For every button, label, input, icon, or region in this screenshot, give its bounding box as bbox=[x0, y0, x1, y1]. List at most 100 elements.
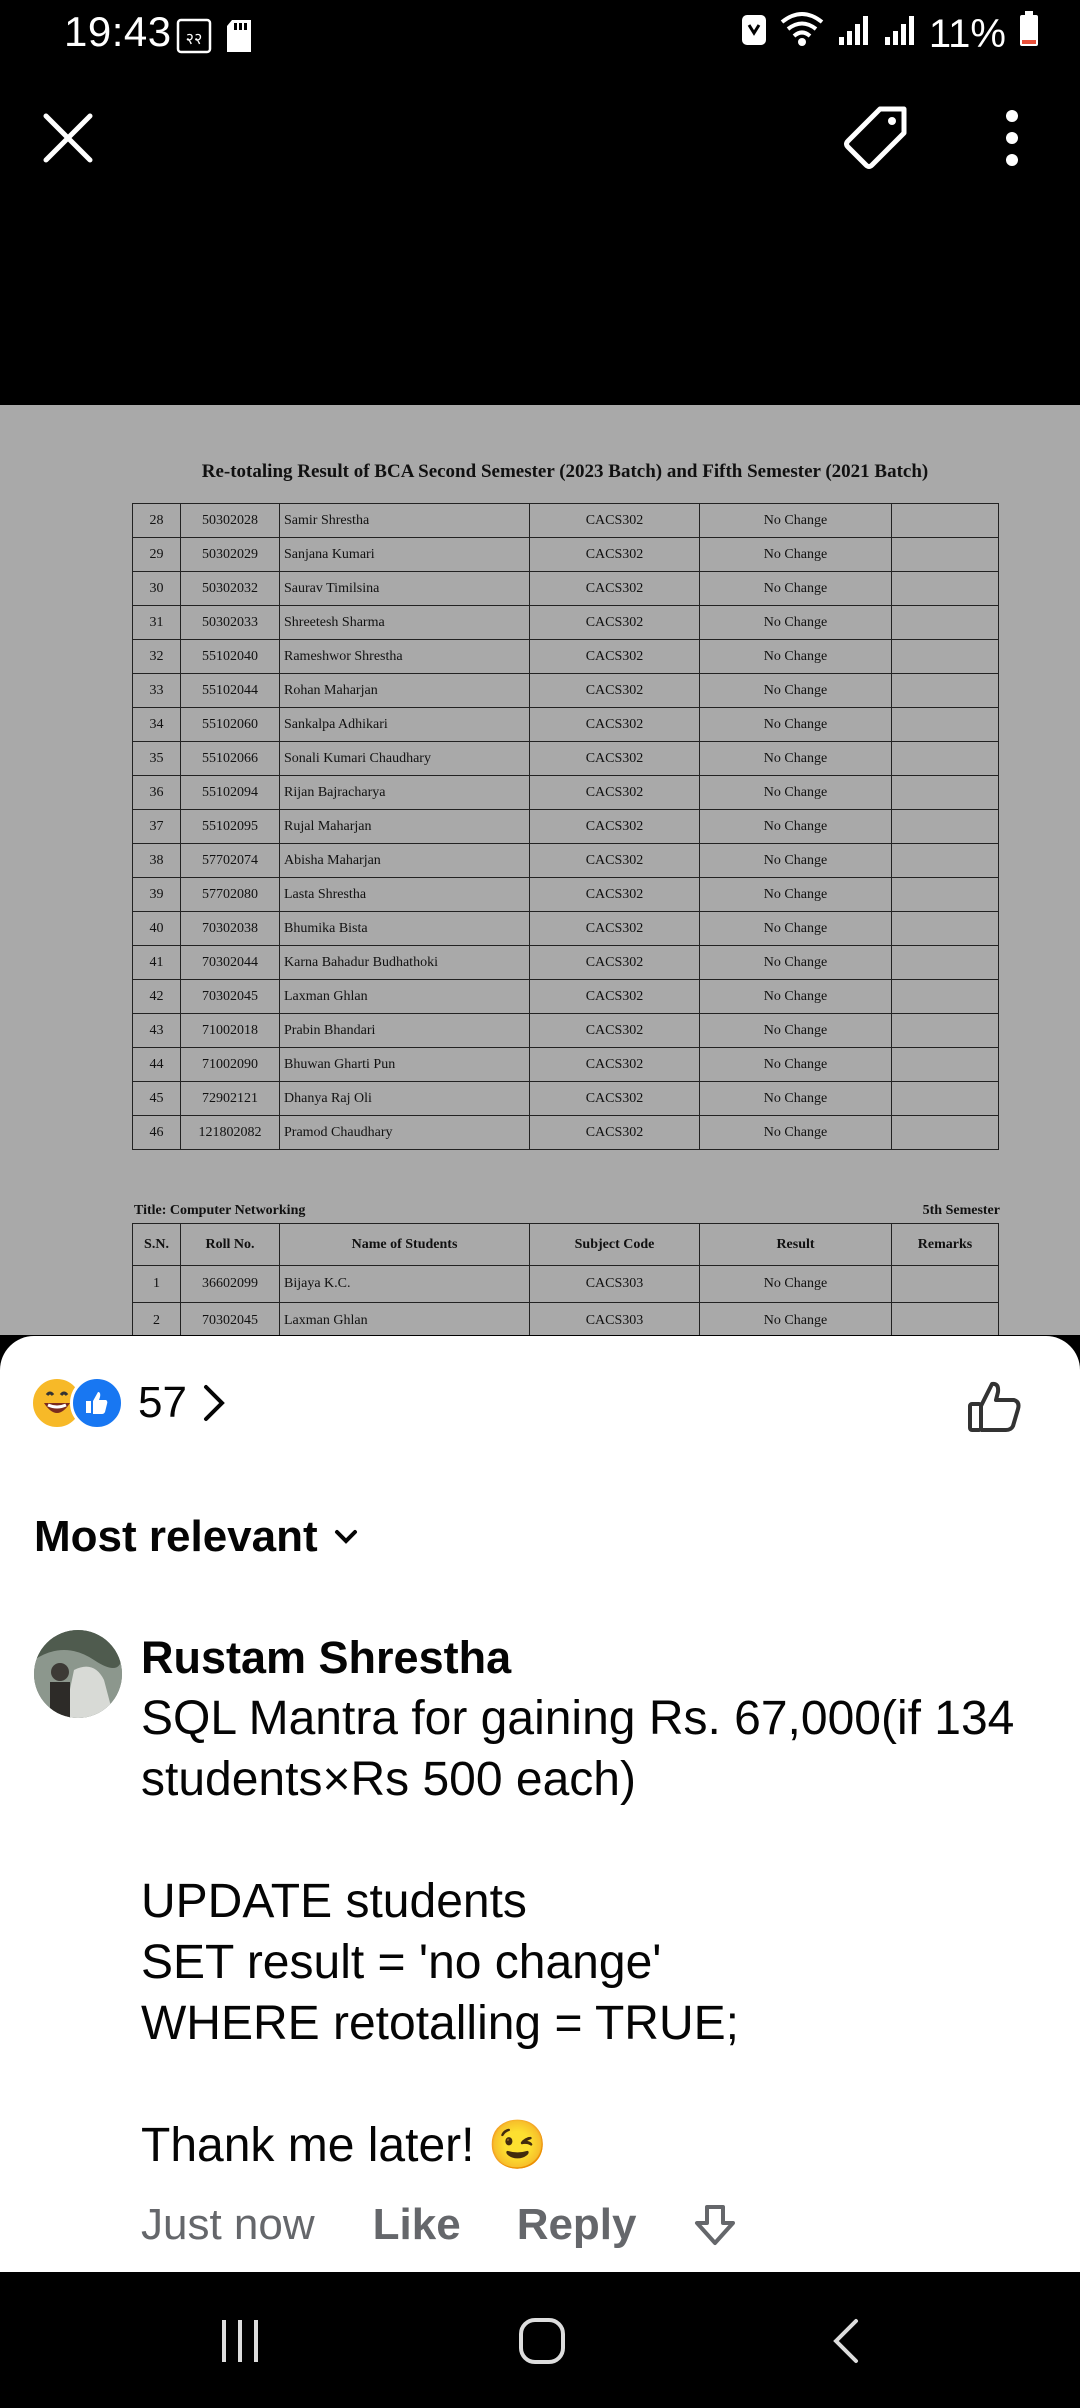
results-table: 28 50302028 Samir Shrestha CACS302 No Change… bbox=[132, 503, 999, 1150]
cell-remarks bbox=[891, 537, 999, 572]
cell-remarks bbox=[891, 979, 999, 1014]
cell-code: CACS303 bbox=[529, 1265, 700, 1303]
cell-code: CACS302 bbox=[529, 673, 700, 708]
cell-roll: 55102066 bbox=[180, 741, 280, 776]
battery-percent: 11% bbox=[928, 11, 1006, 56]
cell-sn: 32 bbox=[132, 639, 181, 674]
cell-result: No Change bbox=[699, 537, 892, 572]
cell-code: CACS302 bbox=[529, 503, 700, 538]
sort-dropdown[interactable]: Most relevant bbox=[34, 1512, 358, 1562]
reactions-summary[interactable]: 57 bbox=[30, 1376, 227, 1430]
cell-remarks bbox=[891, 639, 999, 674]
cell-sn: 35 bbox=[132, 741, 181, 776]
avatar[interactable] bbox=[34, 1630, 122, 1718]
cell-name: Sankalpa Adhikari bbox=[279, 707, 530, 742]
cell-remarks bbox=[891, 809, 999, 844]
cell-remarks bbox=[891, 741, 999, 776]
table-row: 1 36602099 Bijaya K.C. CACS303 No Change bbox=[132, 1265, 999, 1303]
cell-code: CACS302 bbox=[529, 605, 700, 640]
viewer-top-bar bbox=[0, 72, 1080, 202]
cell-sn: 44 bbox=[132, 1047, 181, 1082]
cell-result: No Change bbox=[699, 911, 892, 946]
cell-code: CACS303 bbox=[529, 1302, 700, 1335]
like-comment-button[interactable]: Like bbox=[373, 2200, 461, 2250]
cell-roll: 71002090 bbox=[180, 1047, 280, 1082]
tag-button[interactable] bbox=[836, 98, 916, 178]
sd-card-icon bbox=[226, 19, 252, 58]
cell-sn: 39 bbox=[132, 877, 181, 912]
reaction-count: 57 bbox=[138, 1378, 187, 1427]
table-row: 37 55102095 Rujal Maharjan CACS302 No Change bbox=[132, 809, 999, 844]
like-post-button[interactable] bbox=[962, 1372, 1028, 1442]
cell-result: No Change bbox=[699, 1013, 892, 1048]
reply-button[interactable]: Reply bbox=[517, 2200, 637, 2250]
cell-sn: 36 bbox=[132, 775, 181, 810]
comment-author[interactable]: Rustam Shrestha bbox=[141, 1630, 1041, 1686]
table-row: 32 55102040 Rameshwor Shrestha CACS302 No Ch… bbox=[132, 639, 999, 674]
cell-roll: 55102095 bbox=[180, 809, 280, 844]
cell-code: CACS302 bbox=[529, 741, 700, 776]
cell-result: No Change bbox=[699, 741, 892, 776]
downvote-button[interactable] bbox=[693, 2203, 737, 2247]
table-row: 29 50302029 Sanjana Kumari CACS302 No Change bbox=[132, 537, 999, 572]
cell-name: Samir Shrestha bbox=[279, 503, 530, 538]
comments-sheet: 57 Most relevant Rustam Shrestha SQL Man… bbox=[0, 1336, 1080, 2272]
cell-roll: 71002018 bbox=[180, 1013, 280, 1048]
table-row: 31 50302033 Shreetesh Sharma CACS302 No Chan… bbox=[132, 605, 999, 640]
cell-name: Sonali Kumari Chaudhary bbox=[279, 741, 530, 776]
recents-button[interactable] bbox=[200, 2306, 280, 2376]
more-vert-icon bbox=[1006, 110, 1018, 166]
cell-remarks bbox=[891, 707, 999, 742]
cell-remarks bbox=[891, 877, 999, 912]
cell-name: Rameshwor Shrestha bbox=[279, 639, 530, 674]
comment-text: SQL Mantra for gaining Rs. 67,000(if 134… bbox=[141, 1692, 1015, 2172]
close-button[interactable] bbox=[30, 100, 106, 176]
cell-remarks bbox=[891, 673, 999, 708]
table-row: 2 70302045 Laxman Ghlan CACS303 No Change bbox=[132, 1302, 999, 1335]
more-options-button[interactable] bbox=[982, 98, 1042, 178]
table-row: 33 55102044 Rohan Maharjan CACS302 No Change bbox=[132, 673, 999, 708]
cell-sn: 33 bbox=[132, 673, 181, 708]
cell-name: Rujal Maharjan bbox=[279, 809, 530, 844]
chevron-right-icon bbox=[201, 1383, 227, 1423]
table-row: 46 121802082 Pramod Chaudhary CACS302 No Cha… bbox=[132, 1115, 999, 1150]
cell-result: No Change bbox=[699, 707, 892, 742]
thumbs-up-icon bbox=[968, 1381, 1021, 1432]
cell-name: Bijaya K.C. bbox=[279, 1265, 530, 1303]
cell-name: Laxman Ghlan bbox=[279, 1302, 530, 1335]
cell-name: Rijan Bajracharya bbox=[279, 775, 530, 810]
like-reaction-icon bbox=[70, 1376, 124, 1430]
cell-roll: 50302029 bbox=[180, 537, 280, 572]
back-icon bbox=[833, 2319, 858, 2363]
cell-roll: 121802082 bbox=[180, 1115, 280, 1150]
cell-result: No Change bbox=[699, 877, 892, 912]
photo-document[interactable]: Re-totaling Result of BCA Second Semeste… bbox=[0, 405, 1080, 1335]
section-subtitle: Title: Computer Networking 5th Semester bbox=[134, 1203, 1000, 1219]
cell-sn: 38 bbox=[132, 843, 181, 878]
cell-sn: 37 bbox=[132, 809, 181, 844]
table-row: 30 50302032 Saurav Timilsina CACS302 No Chan… bbox=[132, 571, 999, 606]
cell-result: No Change bbox=[699, 1265, 892, 1303]
home-button[interactable] bbox=[502, 2306, 582, 2376]
cell-result: No Change bbox=[699, 1081, 892, 1116]
chevron-down-icon bbox=[334, 1529, 358, 1545]
cell-result: No Change bbox=[699, 1115, 892, 1150]
cell-remarks bbox=[891, 1302, 999, 1335]
results-table-2: S.N. Roll No. Name of Students Subject C… bbox=[132, 1223, 999, 1335]
cell-roll: 70302044 bbox=[180, 945, 280, 980]
cell-roll: 70302038 bbox=[180, 911, 280, 946]
cell-roll: 50302032 bbox=[180, 571, 280, 606]
table-row: 36 55102094 Rijan Bajracharya CACS302 No Cha… bbox=[132, 775, 999, 810]
cell-remarks bbox=[891, 775, 999, 810]
arrow-down-icon bbox=[694, 2205, 735, 2245]
cell-result: No Change bbox=[699, 639, 892, 674]
cell-roll: 57702074 bbox=[180, 843, 280, 878]
table-row: 35 55102066 Sonali Kumari Chaudhary CACS302… bbox=[132, 741, 999, 776]
header-remarks: Remarks bbox=[891, 1223, 999, 1266]
table-row: 41 70302044 Karna Bahadur Budhathoki CACS30… bbox=[132, 945, 999, 980]
cell-name: Prabin Bhandari bbox=[279, 1013, 530, 1048]
cell-result: No Change bbox=[699, 673, 892, 708]
cell-code: CACS302 bbox=[529, 843, 700, 878]
back-button[interactable] bbox=[806, 2306, 886, 2376]
table-row: 42 70302045 Laxman Ghlan CACS302 No Change bbox=[132, 979, 999, 1014]
